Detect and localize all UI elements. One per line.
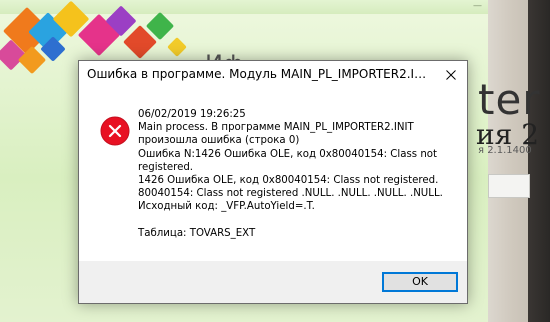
message-line: Ошибка N:1426 Ошибка OLE, код 0x80040154… [138,148,438,160]
error-message: 06/02/2019 19:26:25 Main process. В прог… [138,108,463,240]
ok-button[interactable]: OK [382,272,458,292]
message-line: Main process. В программе MAIN_PL_IMPORT… [138,122,414,134]
background-version: я 2.1.1400 [478,145,532,156]
close-icon [446,70,456,80]
background-button[interactable] [488,174,530,198]
table-line: Таблица: TOVARS_EXT [138,227,256,239]
background-minimize-button[interactable]: — [466,0,486,14]
dialog-body: 06/02/2019 19:26:25 Main process. В прог… [79,90,467,261]
message-gap [138,214,463,227]
decor-diamond [167,37,187,57]
message-line: 06/02/2019 19:26:25 [138,109,246,120]
error-icon [100,116,130,146]
error-dialog: Ошибка в программе. Модуль MAIN_PL_IMPOR… [78,60,468,304]
dialog-footer: OK [79,261,467,303]
background-right-edge [528,0,550,322]
background-app-title: ter [478,75,541,124]
message-line: 80040154: Class not registered .NULL. .N… [138,188,443,200]
message-line: 1426 Ошибка OLE, код 0x80040154: Class n… [138,175,439,187]
message-line: произошла ошибка (строка 0) [138,135,300,147]
dialog-titlebar[interactable]: Ошибка в программе. Модуль MAIN_PL_IMPOR… [79,61,467,90]
dialog-title: Ошибка в программе. Модуль MAIN_PL_IMPOR… [87,67,431,81]
message-line: Исходный код: _VFP.AutoYield=.T. [138,201,315,213]
message-line: registered. [138,161,194,173]
close-button[interactable] [435,61,467,90]
